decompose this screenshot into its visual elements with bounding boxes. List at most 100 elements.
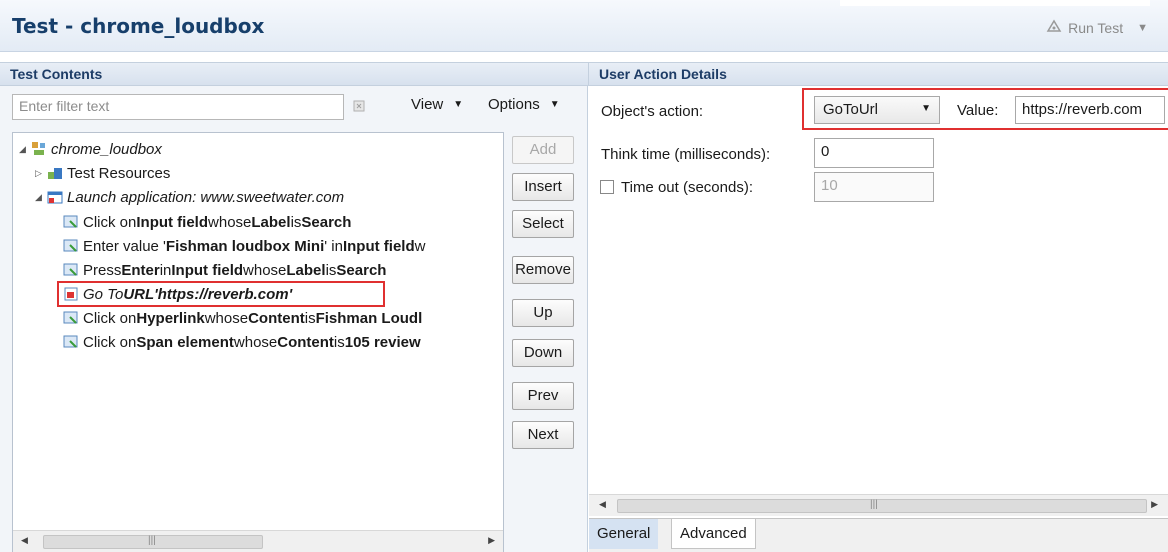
tree-step-click-span[interactable]: Click on Span element whose Content is 1…: [63, 330, 421, 354]
details-tabs: General Advanced: [589, 518, 1168, 552]
tree-horizontal-scrollbar[interactable]: ◀ ||| ▶: [13, 530, 503, 552]
step-text: Input field: [171, 261, 244, 279]
filter-clear-icon[interactable]: [352, 98, 368, 114]
goto-url-icon: [63, 286, 79, 302]
tree-step-goto-url[interactable]: Go To URL 'https://reverb.com': [63, 282, 292, 306]
next-button[interactable]: Next: [512, 421, 574, 449]
tree-step-click-search[interactable]: Click on Input field whose Label is Sear…: [63, 210, 351, 234]
run-test-label: Run Test: [1068, 19, 1124, 36]
editor-title: Test - chrome_loudbox: [12, 14, 265, 38]
step-text: Enter value ': [83, 237, 166, 255]
run-test-button[interactable]: Run Test ▼: [1046, 18, 1148, 37]
test-contents-panel: Enter filter text View ▼ Options ▼ ◢ chr…: [0, 86, 588, 552]
launch-app-icon: [47, 189, 63, 205]
step-text: Fishman Loudl: [315, 309, 423, 327]
filter-input[interactable]: Enter filter text: [12, 94, 344, 120]
action-label: Object's action:: [601, 103, 704, 120]
tree-launch-label: Launch application: www.sweetwater.com: [67, 188, 345, 206]
collapse-icon[interactable]: ◢: [19, 144, 31, 155]
step-text: Search: [336, 261, 387, 279]
user-action-icon: [63, 214, 79, 230]
tab-advanced[interactable]: Advanced: [671, 519, 756, 549]
user-action-icon: [63, 310, 79, 326]
tree-step-enter-value[interactable]: Enter value ' Fishman loudbox Mini ' in In…: [63, 234, 425, 258]
step-text: Fishman loudbox Mini: [165, 237, 325, 255]
step-text: in: [159, 261, 172, 279]
step-text: Search: [301, 213, 352, 231]
step-text: whose: [208, 213, 252, 231]
tree-node-launch[interactable]: ◢ Launch application: www.sweetwater.com: [35, 185, 344, 209]
user-action-icon: [63, 238, 79, 254]
step-text: is: [325, 261, 337, 279]
step-text: is: [290, 213, 302, 231]
timeout-label: Time out (seconds):: [621, 179, 753, 196]
details-horizontal-scrollbar[interactable]: ◀ ||| ▶: [589, 494, 1168, 516]
view-menu-label: View: [411, 96, 444, 113]
value-field[interactable]: https://reverb.com: [1015, 96, 1165, 124]
options-dropdown-icon: ▼: [549, 99, 560, 110]
scroll-thumb[interactable]: |||: [43, 535, 263, 549]
up-button[interactable]: Up: [512, 299, 574, 327]
tree-step-click-hyperlink[interactable]: Click on Hyperlink whose Content is Fish…: [63, 306, 422, 330]
remove-button[interactable]: Remove: [512, 256, 574, 284]
scroll-left-icon[interactable]: ◀: [21, 535, 28, 546]
add-button[interactable]: Add: [512, 136, 574, 164]
test-root-icon: [31, 141, 47, 157]
test-contents-header: Test Contents: [0, 62, 588, 86]
step-text: Input field: [342, 237, 415, 255]
scroll-thumb[interactable]: |||: [617, 499, 1147, 513]
view-dropdown-icon: ▼: [453, 99, 464, 110]
test-contents-tree[interactable]: ◢ chrome_loudbox ▷ Test Resources ◢ Laun…: [12, 132, 504, 552]
scroll-left-icon[interactable]: ◀: [599, 499, 606, 510]
user-action-details-panel: Object's action: GoToUrl ▼ Value: https:…: [589, 86, 1168, 552]
options-menu[interactable]: Options ▼: [488, 96, 560, 113]
user-action-icon: [63, 262, 79, 278]
action-select-value: GoToUrl: [823, 101, 879, 118]
down-button[interactable]: Down: [512, 339, 574, 367]
select-button[interactable]: Select: [512, 210, 574, 238]
step-text: Span element: [136, 333, 234, 351]
step-text: w: [414, 237, 426, 255]
prev-button[interactable]: Prev: [512, 382, 574, 410]
action-select[interactable]: GoToUrl ▼: [814, 96, 940, 124]
tree-resources-label: Test Resources: [67, 164, 171, 182]
step-text: Press: [83, 261, 122, 279]
user-action-details-header: User Action Details: [588, 62, 1168, 86]
run-test-icon: [1046, 18, 1062, 37]
step-text: ' in: [324, 237, 343, 255]
step-text: Enter: [121, 261, 160, 279]
grip-icon: |||: [870, 499, 878, 510]
step-text: 105 review: [344, 333, 421, 351]
think-time-field[interactable]: 0: [814, 138, 934, 168]
scroll-right-icon[interactable]: ▶: [1151, 499, 1158, 510]
step-text: is: [304, 309, 316, 327]
options-menu-label: Options: [488, 96, 540, 113]
step-text: Click on: [83, 333, 137, 351]
tree-step-press-enter[interactable]: Press Enter in Input field whose Label i…: [63, 258, 386, 282]
step-text: whose: [233, 333, 278, 351]
step-text: Content: [277, 333, 334, 351]
tree-node-test-resources[interactable]: ▷ Test Resources: [35, 161, 170, 185]
step-text: Input field: [136, 213, 209, 231]
timeout-field[interactable]: 10: [814, 172, 934, 202]
grip-icon: |||: [148, 535, 156, 546]
tree-root-label: chrome_loudbox: [51, 140, 162, 158]
scroll-right-icon[interactable]: ▶: [488, 535, 495, 546]
tree-node-root[interactable]: ◢ chrome_loudbox: [19, 137, 162, 161]
step-text: Hyperlink: [136, 309, 205, 327]
expand-icon[interactable]: ▷: [35, 168, 47, 179]
view-menu[interactable]: View ▼: [411, 96, 463, 113]
step-text: Go To: [83, 285, 124, 303]
step-text: Label: [286, 261, 326, 279]
user-action-icon: [63, 334, 79, 350]
chevron-down-icon: ▼: [921, 103, 931, 114]
timeout-checkbox[interactable]: [600, 180, 614, 194]
step-text: Click on: [83, 213, 137, 231]
collapse-icon[interactable]: ◢: [35, 192, 47, 203]
run-test-dropdown-icon[interactable]: ▼: [1137, 22, 1148, 34]
editor-header: Test - chrome_loudbox Run Test ▼: [0, 0, 1168, 52]
insert-button[interactable]: Insert: [512, 173, 574, 201]
step-text: whose: [204, 309, 249, 327]
step-text: whose: [243, 261, 287, 279]
tab-general[interactable]: General: [589, 519, 659, 549]
